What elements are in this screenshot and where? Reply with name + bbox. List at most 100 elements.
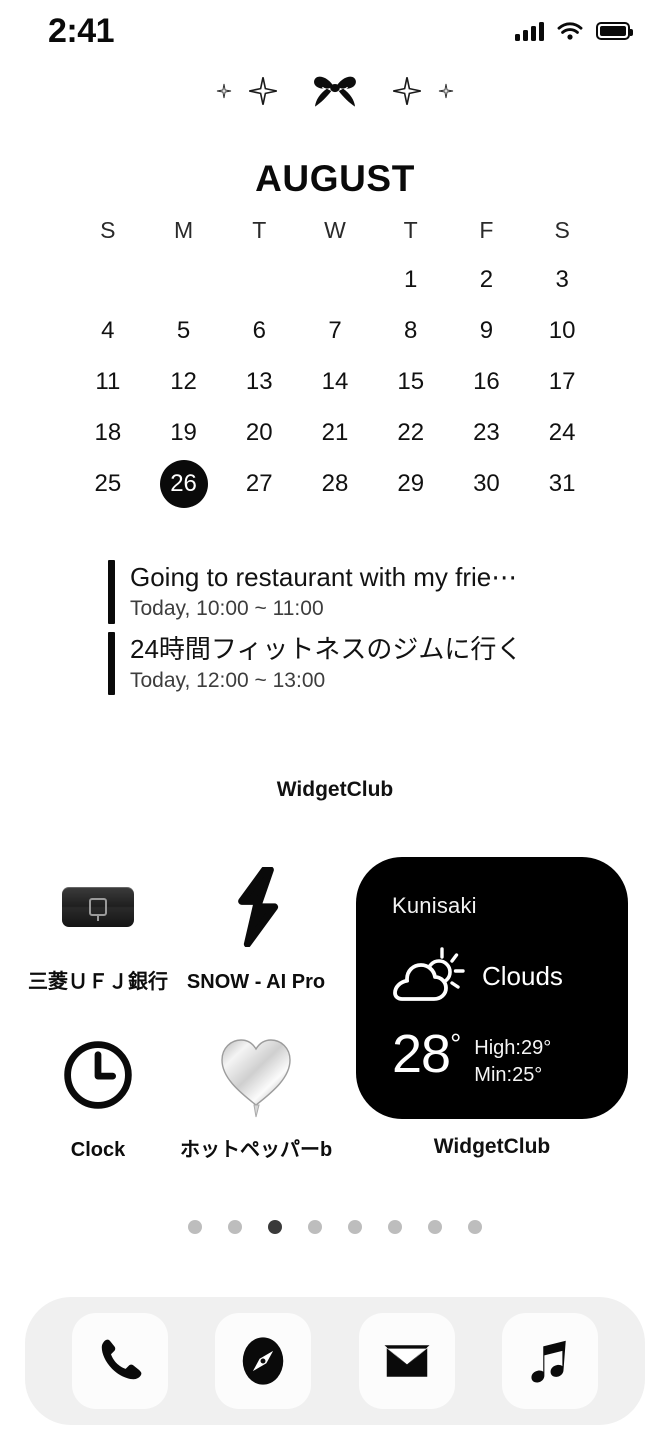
- sparkle-medium-icon: [249, 77, 277, 105]
- weather-high: High:29°: [474, 1037, 552, 1059]
- event-title: Going to restaurant with my frie⋯: [130, 562, 518, 592]
- calendar-day[interactable]: 22: [373, 407, 449, 458]
- weather-widget[interactable]: Kunisaki Clouds 28° High:29° Min:25°: [356, 857, 628, 1119]
- calendar-day[interactable]: 15: [373, 356, 449, 407]
- calendar-day[interactable]: 20: [221, 407, 297, 458]
- calendar-day[interactable]: 31: [524, 458, 600, 509]
- calendar-day[interactable]: 5: [146, 305, 222, 356]
- calendar-day-header: T: [403, 216, 418, 243]
- calendar-widget-caption: WidgetClub: [276, 778, 394, 801]
- event-title: 24時間フィットネスのジムに行く: [130, 633, 523, 664]
- calendar-events-list[interactable]: Going to restaurant with my frie⋯ Today, …: [108, 560, 578, 703]
- calendar-day[interactable]: 2: [449, 254, 525, 305]
- weather-condition: Clouds: [482, 960, 563, 991]
- page-dot-active[interactable]: [268, 1220, 282, 1234]
- app-icon-mufg-bank[interactable]: 三菱ＵＦＪ銀行: [22, 860, 174, 994]
- app-label: Clock: [70, 1139, 126, 1161]
- page-dot[interactable]: [468, 1220, 482, 1234]
- app-icon-hotpepper[interactable]: ホットペッパーb: [180, 1028, 332, 1162]
- calendar-month-title: AUGUST: [255, 158, 415, 199]
- page-dot[interactable]: [228, 1220, 242, 1234]
- calendar-day[interactable]: 24: [524, 407, 600, 458]
- music-note-icon: [531, 1340, 566, 1383]
- app-icon-snow[interactable]: SNOW - AI Pro: [180, 860, 332, 994]
- calendar-day-header: S: [100, 216, 116, 243]
- calendar-event-item[interactable]: Going to restaurant with my frie⋯ Today, …: [108, 560, 578, 624]
- calendar-day[interactable]: 18: [70, 407, 146, 458]
- calendar-day[interactable]: 23: [449, 407, 525, 458]
- calendar-day[interactable]: 21: [297, 407, 373, 458]
- dock-app-music[interactable]: [501, 1313, 598, 1409]
- weather-condition-row: Clouds: [392, 947, 598, 1005]
- dock-app-mail[interactable]: [358, 1313, 455, 1409]
- calendar-day[interactable]: 3: [524, 254, 600, 305]
- event-time: Today, 12:00 ~ 13:00: [130, 668, 326, 692]
- page-dot[interactable]: [348, 1220, 362, 1234]
- calendar-day[interactable]: 27: [221, 458, 297, 509]
- weather-high-low: High:29° Min:25°: [474, 1027, 551, 1089]
- bow-decoration: [0, 60, 670, 122]
- calendar-day-today[interactable]: 26: [146, 458, 222, 509]
- calendar-day[interactable]: 29: [373, 458, 449, 509]
- page-dot[interactable]: [308, 1220, 322, 1234]
- calendar-day[interactable]: 11: [70, 356, 146, 407]
- status-bar-time: 2:41: [48, 12, 115, 50]
- clock-icon: [51, 1028, 145, 1122]
- calendar-empty-cell: [297, 254, 373, 305]
- calendar-day[interactable]: 30: [449, 458, 525, 509]
- calendar-day-header: T: [252, 216, 267, 243]
- calendar-empty-cell: [146, 254, 222, 305]
- battery-full-icon: [596, 22, 633, 40]
- calendar-day[interactable]: 13: [221, 356, 297, 407]
- lightning-bolt-icon: [209, 860, 303, 954]
- calendar-grid: S M T W T F S 1 2 3 4 5 6 7 8 9 10 11 12 13 14 15 16 17 18 19 20 21…: [70, 206, 600, 509]
- heart-balloon-icon: [209, 1028, 303, 1122]
- status-bar: 2:41: [0, 0, 670, 62]
- calendar-day[interactable]: 25: [70, 458, 146, 509]
- calendar-widget[interactable]: AUGUST S M T W T F S 1 2 3 4 5 6 7 8 9 10 11 12 13 14 15 16 17 1…: [0, 160, 670, 509]
- weather-city: Kunisaki: [392, 893, 477, 918]
- dock-app-phone[interactable]: [72, 1313, 169, 1409]
- app-label: ホットペッパーb: [180, 1139, 332, 1161]
- safari-compass-icon: [243, 1337, 284, 1385]
- calendar-day[interactable]: 6: [221, 305, 297, 356]
- event-color-bar: [108, 631, 115, 696]
- sparkle-small-icon: [216, 83, 232, 99]
- calendar-day[interactable]: 14: [297, 356, 373, 407]
- calendar-day[interactable]: 7: [297, 305, 373, 356]
- dock: [25, 1297, 645, 1425]
- calendar-day[interactable]: 12: [146, 356, 222, 407]
- calendar-day[interactable]: 28: [297, 458, 373, 509]
- wifi-icon: [557, 22, 583, 40]
- calendar-day[interactable]: 16: [449, 356, 525, 407]
- calendar-day[interactable]: 17: [524, 356, 600, 407]
- page-dot[interactable]: [428, 1220, 442, 1234]
- dock-app-safari[interactable]: [215, 1313, 312, 1409]
- event-color-bar: [108, 560, 115, 624]
- weather-temp-value: 28: [392, 1024, 451, 1084]
- calendar-day[interactable]: 19: [146, 407, 222, 458]
- calendar-day[interactable]: 8: [373, 305, 449, 356]
- home-screen: 2:41 AUGUST S M T W T F S 1 2 3 4 5 6 7 …: [0, 0, 670, 1452]
- mail-envelope-icon: [384, 1345, 430, 1377]
- calendar-day[interactable]: 9: [449, 305, 525, 356]
- page-indicator-dots[interactable]: [0, 1220, 670, 1234]
- app-label: 三菱ＵＦＪ銀行: [28, 971, 168, 993]
- wallet-icon: [51, 860, 145, 954]
- calendar-day-header: S: [554, 216, 570, 243]
- calendar-day[interactable]: 4: [70, 305, 146, 356]
- degree-symbol: °: [450, 1028, 461, 1059]
- event-text: 24時間フィットネスのジムに行く Today, 12:00 ~ 13:00: [130, 632, 578, 696]
- calendar-day-header: F: [479, 216, 494, 243]
- status-bar-indicators: [515, 21, 633, 41]
- phone-icon: [101, 1339, 142, 1380]
- calendar-day[interactable]: 1: [373, 254, 449, 305]
- weather-temperature: 28°: [392, 1024, 461, 1084]
- app-icon-clock[interactable]: Clock: [22, 1028, 174, 1162]
- bow-ribbon-icon: [314, 76, 356, 107]
- page-dot[interactable]: [388, 1220, 402, 1234]
- page-dot[interactable]: [188, 1220, 202, 1234]
- calendar-day[interactable]: 10: [524, 305, 600, 356]
- event-text: Going to restaurant with my frie⋯ Today, …: [130, 560, 578, 624]
- calendar-event-item[interactable]: 24時間フィットネスのジムに行く Today, 12:00 ~ 13:00: [108, 631, 578, 696]
